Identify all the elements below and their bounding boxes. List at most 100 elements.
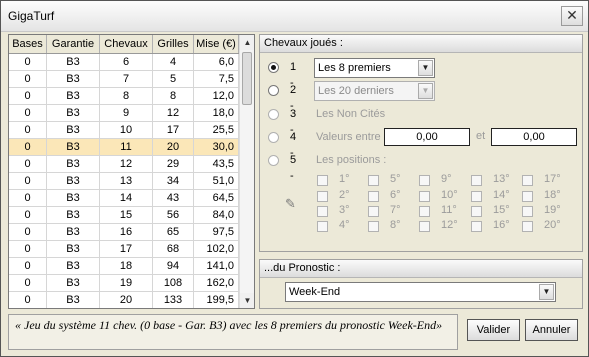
table-row[interactable]: 0 B3 14 43 64,5 — [9, 190, 239, 207]
cell-grilles: 43 — [153, 190, 194, 206]
position-checkbox[interactable] — [419, 191, 430, 202]
cell-grilles: 20 — [153, 139, 194, 155]
cell-chevaux: 19 — [100, 275, 153, 291]
cell-garantie: B3 — [47, 71, 100, 87]
position-checkbox[interactable] — [419, 175, 430, 186]
cell-chevaux: 9 — [100, 105, 153, 121]
eraser-icon[interactable]: ✎ — [285, 196, 296, 212]
premiers-dropdown-value: Les 8 premiers — [318, 62, 391, 74]
column-header-mise[interactable]: Mise (€) — [194, 35, 239, 53]
cell-mise: 141,0 — [194, 258, 239, 274]
value-to-input[interactable]: 0,00 — [491, 128, 577, 146]
pronostic-dropdown[interactable]: Week-End ▼ — [285, 282, 556, 302]
cell-mise: 43,5 — [194, 156, 239, 172]
cell-bases: 0 — [9, 156, 47, 172]
cell-grilles: 4 — [153, 54, 194, 70]
cell-bases: 0 — [9, 241, 47, 257]
cell-garantie: B3 — [47, 292, 100, 308]
position-checkbox[interactable] — [368, 191, 379, 202]
position-label: 19° — [544, 204, 561, 216]
cell-garantie: B3 — [47, 105, 100, 121]
position-checkbox[interactable] — [471, 206, 482, 217]
position-label: 3° — [339, 204, 350, 216]
cell-garantie: B3 — [47, 122, 100, 138]
cell-mise: 162,0 — [194, 275, 239, 291]
cell-garantie: B3 — [47, 190, 100, 206]
column-header-bases[interactable]: Bases — [9, 35, 47, 53]
value-from-input[interactable]: 0,00 — [384, 128, 470, 146]
option-1-radio[interactable] — [268, 62, 279, 73]
position-checkbox[interactable] — [522, 221, 533, 232]
table-row[interactable]: 0 B3 6 4 6,0 — [9, 54, 239, 71]
chevron-down-icon[interactable]: ▼ — [539, 284, 554, 300]
position-checkbox[interactable] — [317, 221, 328, 232]
cell-garantie: B3 — [47, 241, 100, 257]
position-checkbox[interactable] — [317, 175, 328, 186]
position-checkbox[interactable] — [419, 221, 430, 232]
table-row[interactable]: 0 B3 9 12 18,0 — [9, 105, 239, 122]
position-checkbox[interactable] — [317, 191, 328, 202]
table-row[interactable]: 0 B3 17 68 102,0 — [9, 241, 239, 258]
chevron-down-icon[interactable]: ▼ — [418, 83, 433, 99]
cell-bases: 0 — [9, 207, 47, 223]
position-checkbox[interactable] — [471, 191, 482, 202]
cell-chevaux: 18 — [100, 258, 153, 274]
position-checkbox[interactable] — [368, 206, 379, 217]
table-row[interactable]: 0 B3 7 5 7,5 — [9, 71, 239, 88]
cell-chevaux: 15 — [100, 207, 153, 223]
column-header-grilles[interactable]: Grilles — [153, 35, 194, 53]
position-checkbox[interactable] — [522, 175, 533, 186]
position-checkbox[interactable] — [419, 206, 430, 217]
position-checkbox[interactable] — [471, 221, 482, 232]
position-checkbox[interactable] — [522, 191, 533, 202]
system-summary: « Jeu du système 11 chev. (0 base - Gar.… — [8, 314, 458, 350]
cell-garantie: B3 — [47, 224, 100, 240]
scroll-up-icon[interactable]: ▲ — [240, 35, 254, 50]
cancel-button[interactable]: Annuler — [525, 319, 578, 341]
table-scrollbar[interactable]: ▲ ▼ — [239, 35, 254, 308]
scroll-down-icon[interactable]: ▼ — [240, 293, 254, 308]
chevaux-joues-title: Chevaux joués : — [260, 35, 582, 53]
table-row[interactable]: 0 B3 16 65 97,5 — [9, 224, 239, 241]
option-2-radio[interactable] — [268, 85, 279, 96]
table-row[interactable]: 0 B3 19 108 162,0 — [9, 275, 239, 292]
table-row[interactable]: 0 B3 18 94 141,0 — [9, 258, 239, 275]
position-checkbox[interactable] — [471, 175, 482, 186]
cell-grilles: 12 — [153, 105, 194, 121]
derniers-dropdown[interactable]: Les 20 derniers ▼ — [314, 81, 435, 101]
position-label: 2° — [339, 189, 350, 201]
option-5-number: 5 - — [290, 154, 297, 182]
table-row[interactable]: 0 B3 10 17 25,5 — [9, 122, 239, 139]
position-checkbox[interactable] — [368, 221, 379, 232]
cell-mise: 25,5 — [194, 122, 239, 138]
table-row[interactable]: 0 B3 8 8 12,0 — [9, 88, 239, 105]
scrollbar-thumb[interactable] — [242, 52, 252, 105]
validate-button[interactable]: Valider — [467, 319, 520, 341]
cell-mise: 30,0 — [194, 139, 239, 155]
cell-mise: 64,5 — [194, 190, 239, 206]
cell-mise: 6,0 — [194, 54, 239, 70]
option-4-radio[interactable] — [268, 132, 279, 143]
table-row[interactable]: 0 B3 20 133 199,5 — [9, 292, 239, 308]
option-3-radio[interactable] — [268, 109, 279, 120]
table-row[interactable]: 0 B3 12 29 43,5 — [9, 156, 239, 173]
cell-garantie: B3 — [47, 258, 100, 274]
option-5-radio[interactable] — [268, 155, 279, 166]
position-label: 5° — [390, 173, 401, 185]
cell-chevaux: 8 — [100, 88, 153, 104]
premiers-dropdown[interactable]: Les 8 premiers ▼ — [314, 58, 435, 78]
table-row[interactable]: 0 B3 11 20 30,0 — [9, 139, 239, 156]
column-header-chevaux[interactable]: Chevaux — [100, 35, 153, 53]
table-row[interactable]: 0 B3 13 34 51,0 — [9, 173, 239, 190]
chevron-down-icon[interactable]: ▼ — [418, 60, 433, 76]
position-checkbox[interactable] — [317, 206, 328, 217]
cell-bases: 0 — [9, 71, 47, 87]
position-checkbox[interactable] — [522, 206, 533, 217]
column-header-garantie[interactable]: Garantie — [47, 35, 100, 53]
close-button[interactable]: ✕ — [561, 6, 583, 26]
cell-grilles: 65 — [153, 224, 194, 240]
table-row[interactable]: 0 B3 15 56 84,0 — [9, 207, 239, 224]
position-checkbox[interactable] — [368, 175, 379, 186]
cell-bases: 0 — [9, 190, 47, 206]
cell-mise: 12,0 — [194, 88, 239, 104]
